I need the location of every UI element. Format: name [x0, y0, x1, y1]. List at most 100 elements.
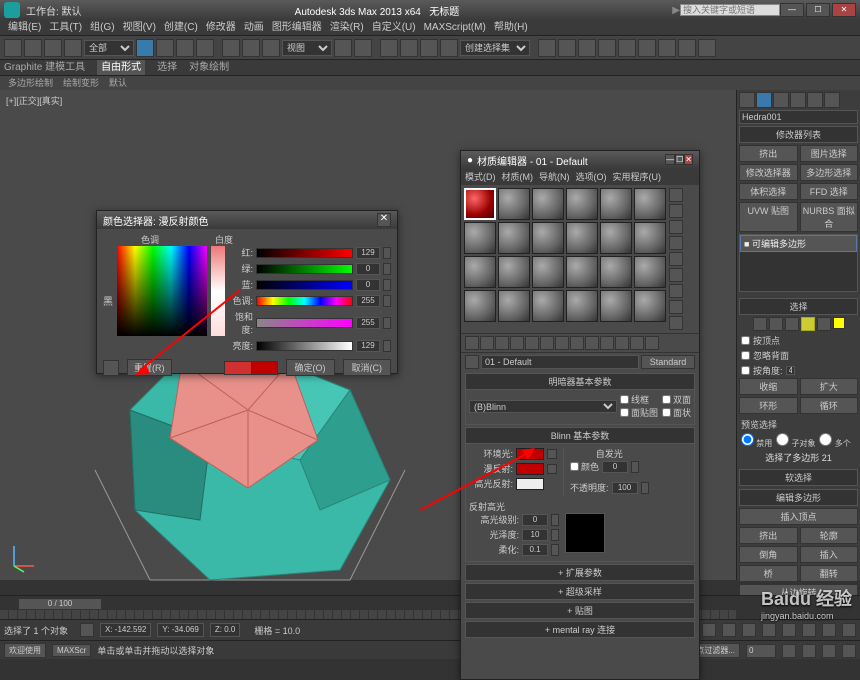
- cp-tab-motion[interactable]: [790, 92, 806, 108]
- filter-dropdown[interactable]: 全部: [84, 40, 134, 56]
- shader-dropdown[interactable]: (B)Blinn: [469, 400, 617, 413]
- material-sample-14[interactable]: [532, 256, 564, 288]
- align-button[interactable]: [558, 39, 576, 57]
- slider-spin-4[interactable]: [383, 317, 391, 329]
- material-sample-9[interactable]: [566, 222, 598, 254]
- gloss-spinbtn[interactable]: [551, 529, 559, 541]
- material-sample-2[interactable]: [532, 188, 564, 220]
- slider-spin-2[interactable]: [383, 279, 391, 291]
- slider-val-1[interactable]: 0: [356, 263, 380, 275]
- menu-maxscript[interactable]: MAXScript(M): [420, 20, 490, 35]
- material-sample-22[interactable]: [600, 290, 632, 322]
- current-frame-input[interactable]: [746, 644, 776, 658]
- me-nav-parent[interactable]: [615, 336, 629, 350]
- slider-bar-4[interactable]: [256, 318, 353, 328]
- nav-pan2[interactable]: [822, 644, 836, 658]
- menu-create[interactable]: 创建(C): [160, 20, 202, 35]
- me-getmat[interactable]: [465, 336, 479, 350]
- material-sample-1[interactable]: [498, 188, 530, 220]
- me-menu-material[interactable]: 材质(M): [502, 169, 534, 185]
- anglesnap-button[interactable]: [400, 39, 418, 57]
- spinnersnap-button[interactable]: [440, 39, 458, 57]
- play-end[interactable]: [762, 623, 776, 637]
- me-reset[interactable]: [510, 336, 524, 350]
- slider-val-0[interactable]: 129: [356, 247, 380, 259]
- chk-wire[interactable]: [620, 395, 629, 404]
- cp-tab-display[interactable]: [807, 92, 823, 108]
- subribbon-paintdeform[interactable]: 绘制变形: [63, 76, 99, 90]
- me-show-end[interactable]: [600, 336, 614, 350]
- me-preview[interactable]: [669, 268, 683, 282]
- slider-bar-3[interactable]: [256, 296, 353, 306]
- lock-selection[interactable]: [80, 623, 94, 637]
- nav-fov[interactable]: [802, 644, 816, 658]
- material-sample-11[interactable]: [634, 222, 666, 254]
- radio-preview-sub[interactable]: [776, 433, 789, 446]
- subobj-element[interactable]: [817, 317, 831, 331]
- chk-facemap[interactable]: [620, 408, 629, 417]
- maxscript-btn[interactable]: MAXScr: [52, 644, 91, 657]
- btn-flip[interactable]: 翻转: [800, 565, 859, 582]
- stack-item-editpoly[interactable]: ■ 可编辑多边形: [740, 235, 857, 252]
- material-sample-0[interactable]: [464, 188, 496, 220]
- material-sample-7[interactable]: [498, 222, 530, 254]
- material-sample-18[interactable]: [464, 290, 496, 322]
- me-nav-sibling[interactable]: [630, 336, 644, 350]
- subribbon-polydraw[interactable]: 多边形绘制: [8, 76, 53, 90]
- coord-y[interactable]: Y: -34.069: [157, 623, 203, 637]
- rollout-editpoly[interactable]: 编辑多边形: [739, 489, 858, 506]
- subobj-edge[interactable]: [769, 317, 783, 331]
- mod-btn-uvw[interactable]: UVW 贴图: [739, 202, 798, 232]
- move-button[interactable]: [222, 39, 240, 57]
- material-sample-3[interactable]: [566, 188, 598, 220]
- material-sample-13[interactable]: [498, 256, 530, 288]
- eyedropper-button[interactable]: [103, 360, 119, 376]
- me-putmat[interactable]: [480, 336, 494, 350]
- slider-val-5[interactable]: 129: [356, 340, 380, 352]
- nav-pan[interactable]: [782, 623, 796, 637]
- me-copy[interactable]: [525, 336, 539, 350]
- color-spectrum[interactable]: [117, 246, 207, 336]
- snap-button[interactable]: [380, 39, 398, 57]
- slider-spin-3[interactable]: [383, 295, 391, 307]
- coord-z[interactable]: Z: 0.0: [210, 623, 240, 637]
- specular-color-swatch[interactable]: [516, 478, 544, 490]
- btn-p-extrude[interactable]: 挤出: [739, 527, 798, 544]
- manip-button[interactable]: [354, 39, 372, 57]
- undo-button[interactable]: [4, 39, 22, 57]
- menu-animation[interactable]: 动画: [240, 20, 268, 35]
- rotate-button[interactable]: [242, 39, 260, 57]
- material-sample-12[interactable]: [464, 256, 496, 288]
- me-pick-from-obj[interactable]: [465, 355, 479, 369]
- play-button[interactable]: [722, 623, 736, 637]
- nav-orbit[interactable]: [802, 623, 816, 637]
- reset-button[interactable]: 重置(R): [127, 359, 172, 376]
- mod-btn-imgsel[interactable]: 图片选择: [800, 145, 859, 162]
- nav-zoom[interactable]: [822, 623, 836, 637]
- unlink-button[interactable]: [64, 39, 82, 57]
- me-sample-type[interactable]: [669, 188, 683, 202]
- color-swatch-compare[interactable]: [224, 361, 278, 375]
- radio-preview-multi[interactable]: [819, 433, 832, 446]
- mod-btn-modsel[interactable]: 修改选择器: [739, 164, 798, 181]
- btn-insert-vertex[interactable]: 插入顶点: [739, 508, 858, 525]
- subribbon-default[interactable]: 默认: [109, 76, 127, 90]
- material-sample-10[interactable]: [600, 222, 632, 254]
- render-button[interactable]: [698, 39, 716, 57]
- modifier-stack[interactable]: ■ 可编辑多边形: [739, 234, 858, 292]
- subobj-vertex[interactable]: [753, 317, 767, 331]
- selfillum-spin[interactable]: [602, 461, 628, 473]
- close-button[interactable]: ✕: [832, 3, 856, 17]
- slider-bar-2[interactable]: [256, 280, 353, 290]
- material-sample-5[interactable]: [634, 188, 666, 220]
- menu-edit[interactable]: 编辑(E): [4, 20, 45, 35]
- named-selection-sets[interactable]: 创建选择集: [460, 40, 530, 56]
- btn-ring[interactable]: 环形: [739, 397, 798, 414]
- minimize-button[interactable]: —: [780, 3, 804, 17]
- nav-minmax[interactable]: [842, 644, 856, 658]
- rollout-supersample[interactable]: + 超级采样: [465, 583, 695, 600]
- nav-zoom-all[interactable]: [782, 644, 796, 658]
- soften-spinbtn[interactable]: [551, 544, 559, 556]
- slider-spin-5[interactable]: [383, 340, 391, 352]
- chk-byangle[interactable]: [741, 366, 750, 375]
